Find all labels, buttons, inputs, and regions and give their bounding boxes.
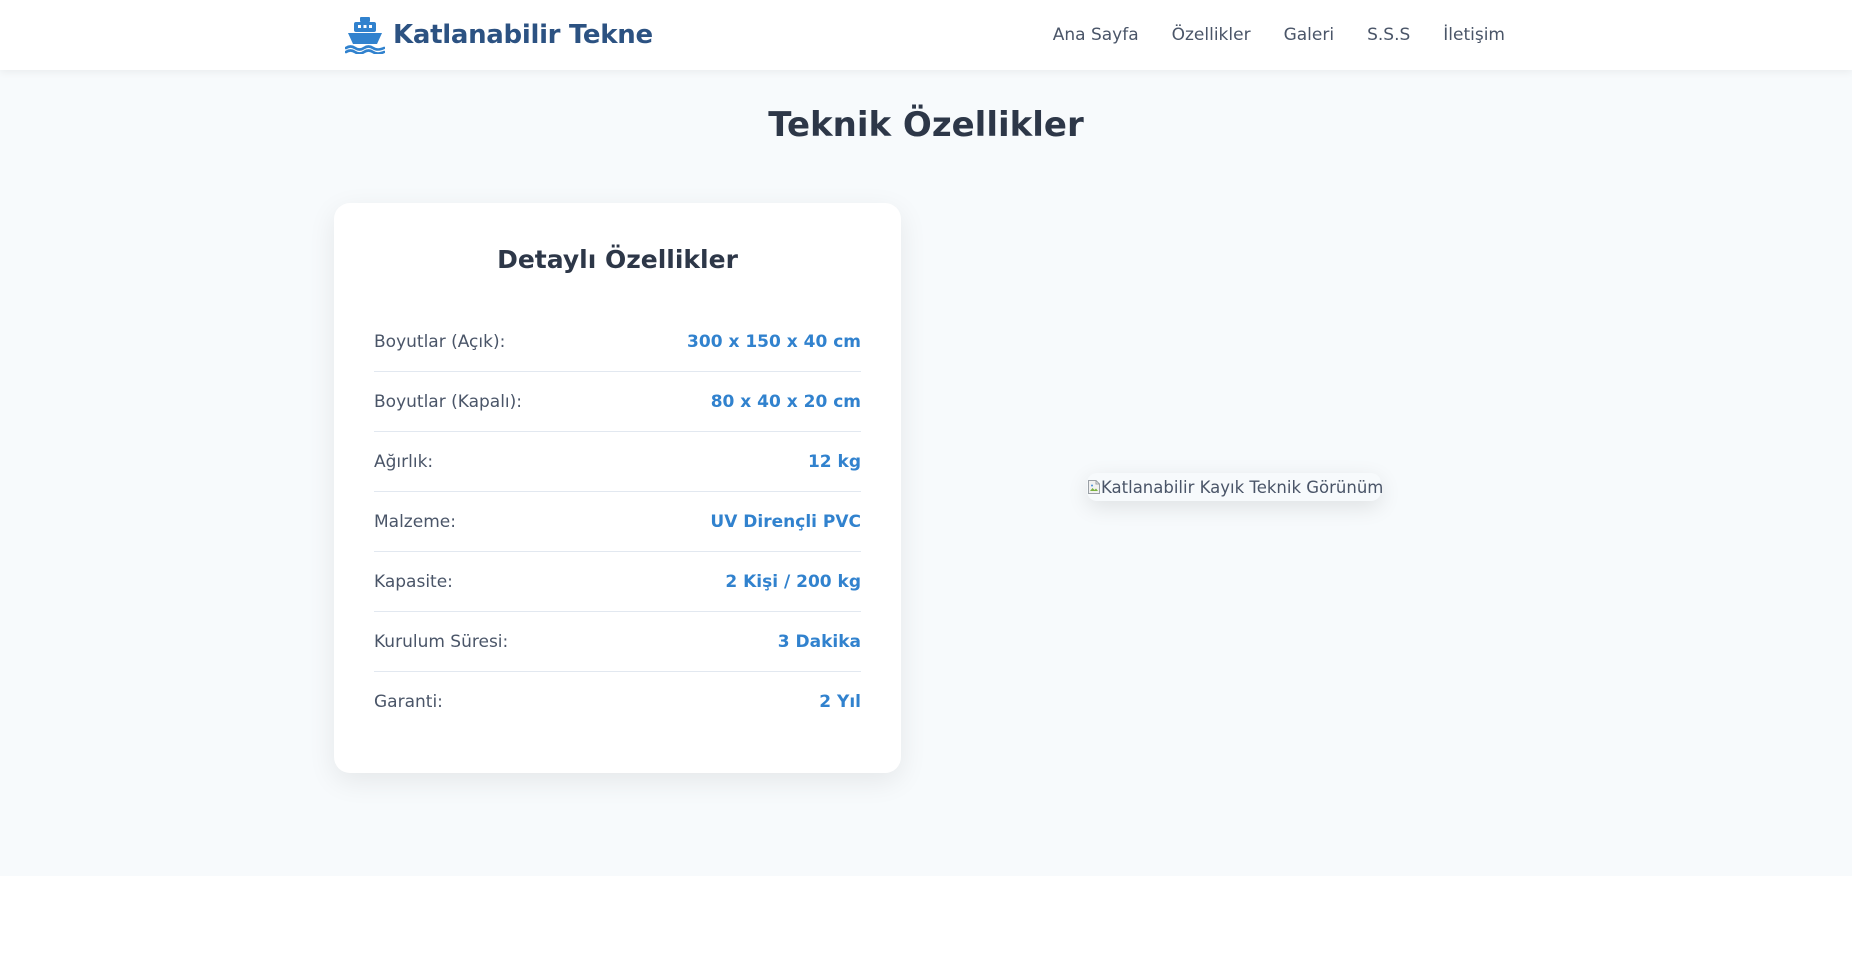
spec-value: 3 Dakika — [777, 631, 861, 652]
nav-item: S.S.S — [1367, 25, 1410, 45]
card-title: Detaylı Özellikler — [497, 245, 738, 274]
spec-value: 2 Kişi / 200 kg — [725, 571, 861, 592]
spec-label: Boyutlar (Açık): — [374, 331, 506, 352]
spec-row-setup-time: Kurulum Süresi: 3 Dakika — [374, 612, 861, 672]
nav-link-ozellikler[interactable]: Özellikler — [1172, 25, 1251, 45]
spec-row-capacity: Kapasite: 2 Kişi / 200 kg — [374, 552, 861, 612]
spec-label: Garanti: — [374, 692, 443, 712]
navbar: Katlanabilir Tekne Ana Sayfa Özellikler … — [0, 0, 1852, 70]
nav-links: Ana Sayfa Özellikler Galeri S.S.S İletiş… — [1053, 0, 1505, 70]
spec-row-dimensions-open: Boyutlar (Açık): 300 x 150 x 40 cm — [374, 312, 861, 372]
nav-link-ana-sayfa[interactable]: Ana Sayfa — [1053, 25, 1139, 45]
spec-row-weight: Ağırlık: 12 kg — [374, 432, 861, 492]
nav-item: Ana Sayfa — [1053, 25, 1139, 45]
spec-value: UV Dirençli PVC — [710, 511, 861, 532]
technical-view-image: Katlanabilir Kayık Teknik Görünüm — [1087, 473, 1384, 501]
nav-item: Galeri — [1284, 25, 1335, 45]
specs-card: Detaylı Özellikler Boyutlar (Açık): 300 … — [334, 203, 901, 773]
image-alt-text: Katlanabilir Kayık Teknik Görünüm — [1101, 477, 1384, 497]
brand-link[interactable]: Katlanabilir Tekne — [345, 14, 653, 56]
spec-value: 300 x 150 x 40 cm — [687, 331, 861, 352]
nav-link-galeri[interactable]: Galeri — [1284, 25, 1335, 45]
spec-label: Malzeme: — [374, 511, 456, 532]
spec-label: Kapasite: — [374, 571, 453, 592]
nav-link-iletisim[interactable]: İletişim — [1443, 25, 1505, 45]
nav-item: Özellikler — [1172, 25, 1251, 45]
brand-name: Katlanabilir Tekne — [393, 20, 653, 50]
spec-list: Boyutlar (Açık): 300 x 150 x 40 cm Boyut… — [374, 312, 861, 732]
spec-row-dimensions-closed: Boyutlar (Kapalı): 80 x 40 x 20 cm — [374, 372, 861, 432]
ship-icon — [345, 17, 385, 54]
technical-specs-section: Teknik Özellikler Detaylı Özellikler Boy… — [0, 70, 1852, 876]
spec-label: Kurulum Süresi: — [374, 631, 509, 652]
section-title: Teknik Özellikler — [768, 105, 1084, 145]
spec-row-material: Malzeme: UV Dirençli PVC — [374, 492, 861, 552]
spec-row-warranty: Garanti: 2 Yıl — [374, 672, 861, 732]
spec-label: Ağırlık: — [374, 451, 434, 472]
nav-item: İletişim — [1443, 25, 1505, 45]
spec-value: 80 x 40 x 20 cm — [710, 391, 861, 412]
spec-label: Boyutlar (Kapalı): — [374, 391, 523, 412]
spec-value: 12 kg — [807, 451, 861, 472]
spec-value: 2 Yıl — [819, 692, 861, 712]
nav-link-sss[interactable]: S.S.S — [1367, 25, 1410, 45]
broken-image-icon — [1088, 480, 1100, 494]
